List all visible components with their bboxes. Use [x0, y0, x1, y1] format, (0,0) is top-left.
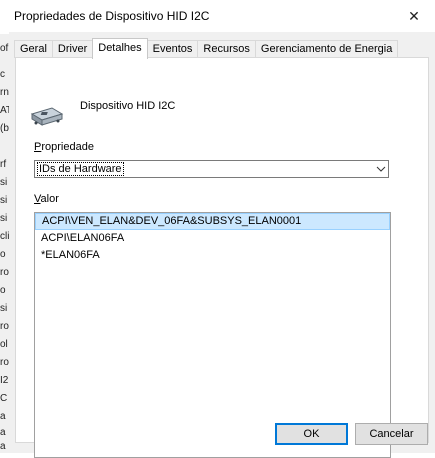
tab-geral[interactable]: Geral	[14, 40, 53, 58]
property-select-value: IDs de Hardware	[37, 162, 124, 176]
bg-fragment: si	[0, 213, 8, 224]
list-item[interactable]: ACPI\ELAN06FA	[35, 230, 390, 247]
property-select[interactable]: IDs de Hardware	[34, 160, 389, 178]
ok-button[interactable]: OK	[275, 423, 348, 445]
window-title: Propriedades de Dispositivo HID I2C	[14, 9, 210, 23]
value-listbox[interactable]: ACPI\VEN_ELAN&DEV_06FA&SUBSYS_ELAN0001 A…	[34, 212, 391, 458]
tab-driver[interactable]: Driver	[51, 40, 94, 58]
bg-fragment: a	[0, 427, 6, 438]
dialog-body: Geral Driver Detalhes Eventos Recursos G…	[9, 32, 435, 458]
bg-fragment: of	[0, 43, 9, 54]
bg-fragment: rf	[0, 159, 7, 170]
bg-fragment: o	[0, 285, 6, 296]
close-button[interactable]: ✕	[393, 0, 435, 32]
bg-fragment: C	[0, 393, 8, 404]
tab-eventos[interactable]: Eventos	[146, 40, 199, 58]
bg-fragment: ol	[0, 339, 8, 350]
bg-fragment: ro	[0, 267, 9, 278]
cancel-button[interactable]: Cancelar	[355, 423, 428, 445]
tab-strip: Geral Driver Detalhes Eventos Recursos G…	[14, 38, 399, 59]
bg-fragment: a	[0, 441, 6, 452]
bg-fragment: o	[0, 249, 6, 260]
bg-fragment: si	[0, 303, 8, 314]
bg-fragment: (b	[0, 123, 9, 134]
bg-fragment: I2	[0, 375, 9, 386]
list-item[interactable]: *ELAN06FA	[35, 247, 390, 264]
bg-fragment: rn	[0, 87, 9, 98]
tab-gerenciamento-de-energia[interactable]: Gerenciamento de Energia	[254, 40, 399, 58]
chevron-down-icon	[376, 166, 386, 172]
bg-fragment: a	[0, 411, 6, 422]
value-label: Valor	[34, 193, 59, 205]
bg-fragment: si	[0, 195, 8, 206]
bg-fragment: ro	[0, 357, 9, 368]
tab-recursos[interactable]: Recursos	[197, 40, 256, 58]
hid-device-icon	[30, 107, 64, 126]
list-item[interactable]: ACPI\VEN_ELAN&DEV_06FA&SUBSYS_ELAN0001	[35, 213, 390, 230]
bg-fragment: ro	[0, 321, 9, 332]
properties-dialog: of c rn AT (b rf si si si cli o ro o si …	[0, 0, 435, 458]
bg-fragment: si	[0, 177, 8, 188]
device-name: Dispositivo HID I2C	[80, 100, 176, 112]
bg-fragment: c	[0, 69, 5, 80]
close-icon: ✕	[408, 7, 420, 24]
tab-detalhes[interactable]: Detalhes	[92, 38, 148, 59]
title-bar[interactable]: Propriedades de Dispositivo HID I2C ✕	[0, 0, 435, 32]
property-label: Propriedade	[34, 141, 94, 153]
details-panel: Dispositivo HID I2C Propriedade IDs de H…	[15, 57, 429, 458]
